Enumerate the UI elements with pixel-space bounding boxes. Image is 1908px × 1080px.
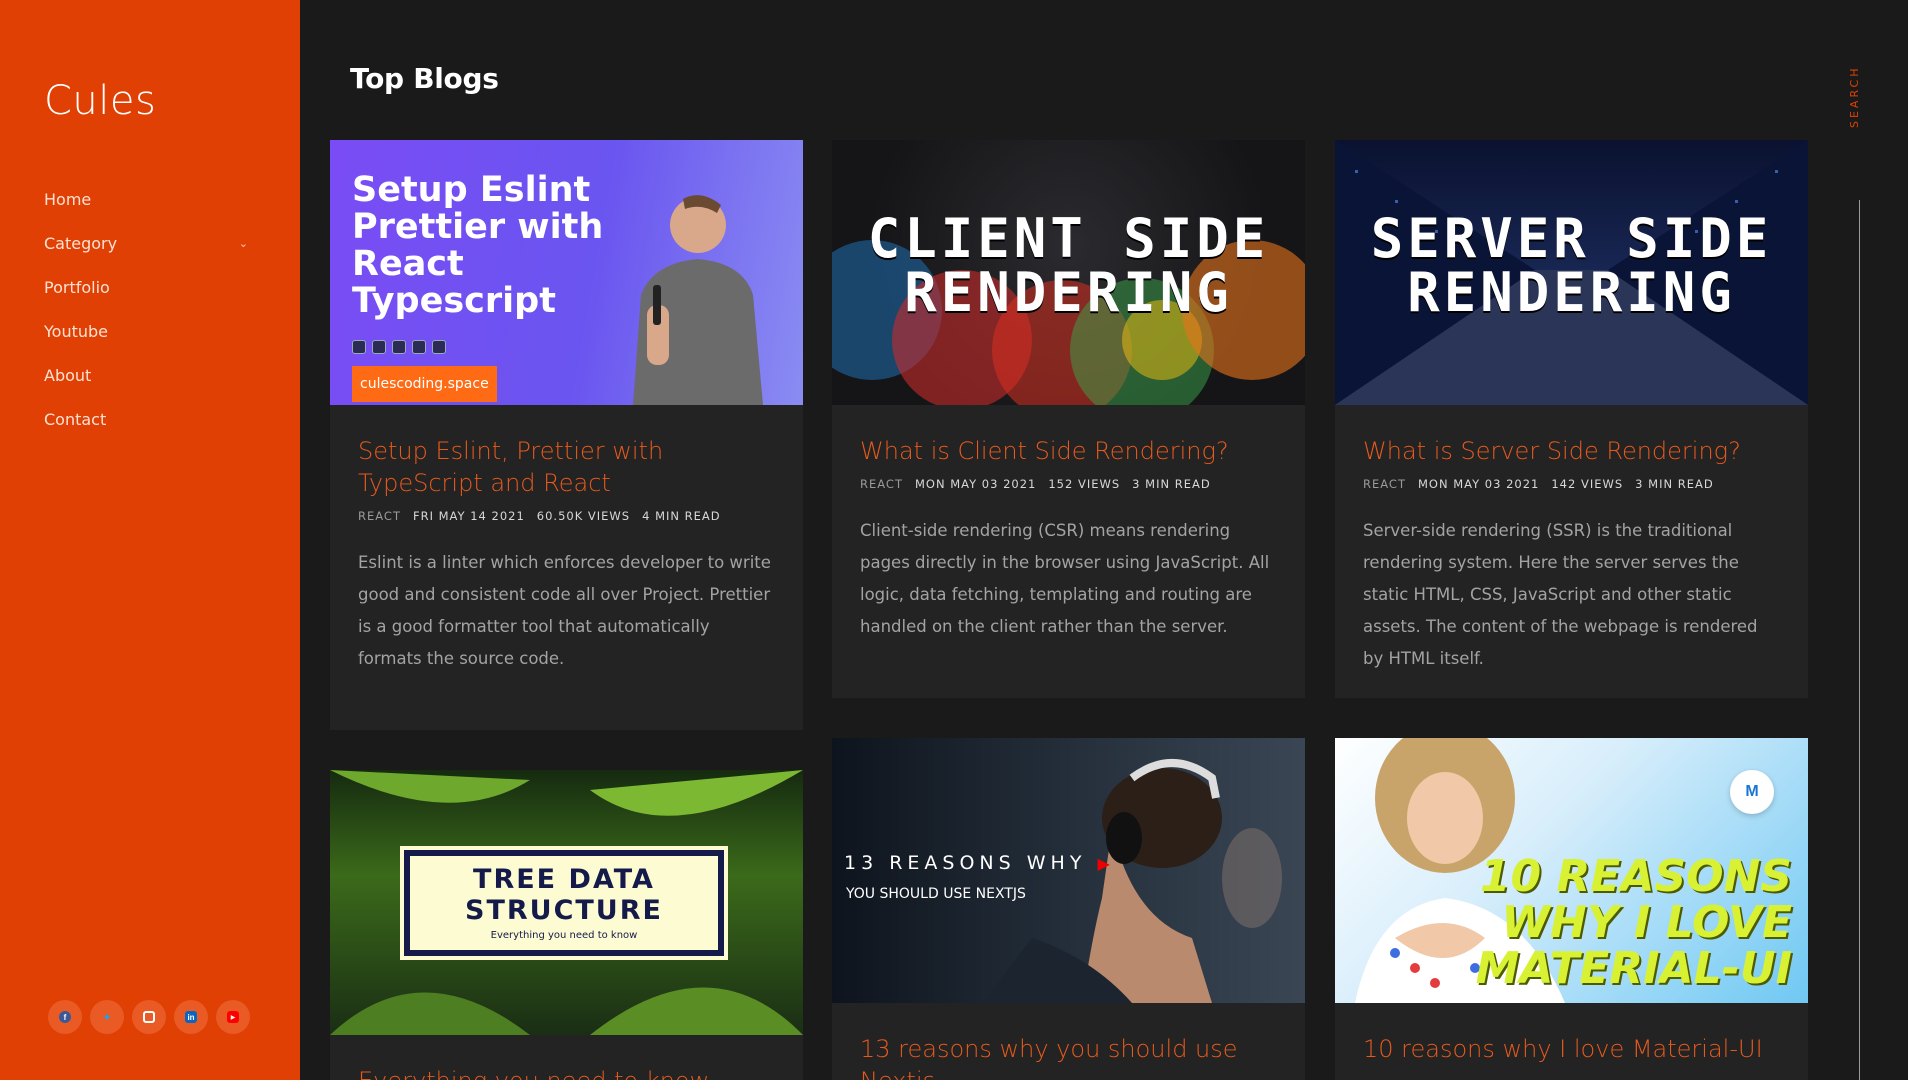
- sidebar: Cules Home Category ⌄ Portfolio Youtube A…: [0, 0, 300, 1080]
- tech-icons: [352, 340, 446, 354]
- blog-card[interactable]: SERVER SIDE RENDERING What is Server Side…: [1335, 140, 1808, 698]
- card-thumbnail[interactable]: TREE DATA STRUCTURE Everything you need t…: [330, 770, 803, 1035]
- youtube-button[interactable]: ▶: [216, 1000, 250, 1034]
- nav-item-label: About: [44, 365, 92, 385]
- card-excerpt: Server-side rendering (SSR) is the tradi…: [1363, 521, 1758, 668]
- nav-item-category[interactable]: Category ⌄: [44, 221, 254, 265]
- card-meta: REACT MON MAY 03 2021 142 VIEWS 3 MIN RE…: [1363, 477, 1780, 491]
- card-thumbnail[interactable]: CLIENT SIDE RENDERING: [832, 140, 1305, 405]
- facebook-icon: f: [59, 1011, 71, 1023]
- thumbnail-headline: TREE DATA STRUCTURE Everything you need t…: [400, 846, 728, 960]
- card-title[interactable]: Setup Eslint, Prettier with TypeScript a…: [358, 435, 775, 499]
- thumbnail-headline: 10 REASONS WHY I LOVE MATERIAL-UI: [1475, 851, 1792, 994]
- nav-item-label: Portfolio: [44, 277, 110, 297]
- blog-card[interactable]: CLIENT SIDE RENDERING What is Client Side…: [832, 140, 1305, 698]
- thumbnail-badge: culescoding.space: [352, 366, 497, 402]
- youtube-icon: ▶: [227, 1011, 239, 1023]
- card-read-time: 3 MIN READ: [1635, 477, 1714, 491]
- card-title[interactable]: 10 reasons why I love Material-UI: [1363, 1033, 1780, 1065]
- card-excerpt: Client-side rendering (CSR) means render…: [860, 521, 1270, 636]
- material-ui-logo-icon: M: [1730, 770, 1774, 814]
- thumbnail-headline: CLIENT SIDE RENDERING: [867, 207, 1270, 324]
- card-category[interactable]: REACT: [358, 509, 401, 523]
- instagram-button[interactable]: [132, 1000, 166, 1034]
- chevron-down-icon[interactable]: ⌄: [239, 237, 248, 250]
- linkedin-icon: in: [185, 1011, 197, 1023]
- card-read-time: 3 MIN READ: [1132, 477, 1211, 491]
- nav-item-label: Category: [44, 233, 118, 253]
- card-thumbnail[interactable]: Setup Eslint Prettier with React Typescript…: [330, 140, 803, 405]
- nav-item-label: Home: [44, 189, 92, 209]
- brand-logo[interactable]: Cules: [44, 78, 156, 124]
- thumbnail-headline: 13 REASONS WHY ▶: [844, 852, 1115, 874]
- thumbnail-headline: Setup Eslint Prettier with React Typescript: [352, 170, 604, 321]
- card-date: FRI MAY 14 2021: [412, 509, 525, 523]
- card-views: 60.50K VIEWS: [536, 509, 631, 523]
- card-category[interactable]: REACT: [860, 477, 903, 491]
- card-views: 142 VIEWS: [1551, 477, 1624, 491]
- linkedin-button[interactable]: in: [174, 1000, 208, 1034]
- nav-item-label: Youtube: [44, 321, 108, 341]
- card-thumbnail[interactable]: M 10 REASONS WHY I LOVE MATERIAL-UI: [1335, 738, 1808, 1003]
- blog-card[interactable]: 13 REASONS WHY ▶ YOU SHOULD USE NEXTJS 1…: [832, 738, 1305, 1080]
- nav-item-youtube[interactable]: Youtube: [44, 309, 254, 353]
- card-thumbnail[interactable]: 13 REASONS WHY ▶ YOU SHOULD USE NEXTJS: [832, 738, 1305, 1003]
- card-title[interactable]: Everything you need to know about: [358, 1065, 775, 1080]
- card-category[interactable]: REACT: [1363, 477, 1406, 491]
- main-nav: Home Category ⌄ Portfolio Youtube About C…: [44, 177, 254, 441]
- card-date: MON MAY 03 2021: [914, 477, 1037, 491]
- thumbnail-headline: SERVER SIDE RENDERING: [1370, 207, 1773, 324]
- card-views: 152 VIEWS: [1048, 477, 1121, 491]
- blog-card[interactable]: M 10 REASONS WHY I LOVE MATERIAL-UI 10 rea…: [1335, 738, 1808, 1080]
- nav-item-home[interactable]: Home: [44, 177, 254, 221]
- nav-item-about[interactable]: About: [44, 353, 254, 397]
- search-toggle[interactable]: SEARCH: [1848, 65, 1861, 128]
- twitter-button[interactable]: ✦: [90, 1000, 124, 1034]
- blog-card[interactable]: Setup Eslint Prettier with React Typescript…: [330, 140, 803, 730]
- card-meta: REACT FRI MAY 14 2021 60.50K VIEWS 4 MIN…: [358, 509, 775, 523]
- twitter-icon: ✦: [102, 1011, 112, 1024]
- search-divider: [1859, 200, 1860, 1080]
- card-thumbnail[interactable]: SERVER SIDE RENDERING: [1335, 140, 1808, 405]
- blog-card[interactable]: TREE DATA STRUCTURE Everything you need t…: [330, 770, 803, 1080]
- nav-item-label: Contact: [44, 409, 107, 429]
- card-meta: REACT MON MAY 03 2021 152 VIEWS 3 MIN RE…: [860, 477, 1277, 491]
- facebook-button[interactable]: f: [48, 1000, 82, 1034]
- page-title: Top Blogs: [350, 62, 499, 95]
- social-links: f ✦ in ▶: [48, 1000, 250, 1034]
- card-date: MON MAY 03 2021: [1417, 477, 1540, 491]
- play-icon: ▶: [1097, 854, 1115, 873]
- card-title[interactable]: 13 reasons why you should use Nextjs: [860, 1033, 1277, 1080]
- thumbnail-subline: YOU SHOULD USE NEXTJS: [846, 886, 1026, 902]
- card-excerpt: Eslint is a linter which enforces develo…: [358, 553, 771, 668]
- nav-item-contact[interactable]: Contact: [44, 397, 254, 441]
- nav-item-portfolio[interactable]: Portfolio: [44, 265, 254, 309]
- card-title[interactable]: What is Client Side Rendering?: [860, 435, 1277, 467]
- card-read-time: 4 MIN READ: [642, 509, 721, 523]
- person-illustration: [633, 195, 763, 405]
- card-title[interactable]: What is Server Side Rendering?: [1363, 435, 1780, 467]
- instagram-icon: [143, 1011, 155, 1023]
